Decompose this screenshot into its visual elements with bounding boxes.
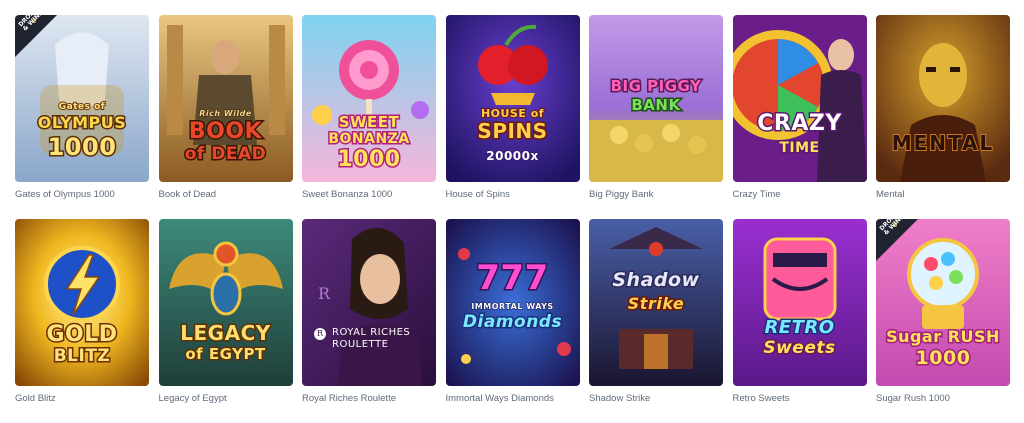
art-line: BONANZA: [327, 131, 411, 148]
game-tile-gates-of-olympus[interactable]: ♛ DROPS & WINS Gates of OLYMPUS 1000 Gate…: [15, 15, 149, 219]
art-line: OLYMPUS: [36, 113, 127, 132]
game-title[interactable]: Royal Riches Roulette: [302, 393, 436, 404]
game-tile-gold-blitz[interactable]: GOLD BLITZ Gold Blitz: [15, 219, 149, 423]
art-line: ROYAL RICHES: [332, 327, 411, 338]
art-line: SPINS: [476, 119, 549, 143]
art-line: LEGACY: [179, 321, 272, 345]
game-title[interactable]: House of Spins: [446, 189, 580, 200]
game-title[interactable]: Sweet Bonanza 1000: [302, 189, 436, 200]
art-line: MENTAL: [891, 131, 995, 155]
art-line: Rich Wilde: [199, 109, 252, 118]
royal-riches-logo-icon: R: [314, 328, 326, 340]
art-line: HOUSE of: [480, 107, 545, 120]
crazy-time-artwork: [732, 15, 867, 182]
game-tile-mental[interactable]: MENTAL Mental: [876, 15, 1010, 219]
game-title[interactable]: Gates of Olympus 1000: [15, 189, 149, 200]
game-thumbnail[interactable]: R ROYAL RICHES ROULETTE R: [302, 219, 436, 386]
game-tile-book-of-dead[interactable]: Rich Wilde BOOK of DEAD Book of Dead: [158, 15, 293, 219]
art-line: Sugar RUSH: [885, 327, 1001, 346]
game-tile-legacy-of-egypt[interactable]: LEGACY of EGYPT Legacy of Egypt: [158, 219, 293, 423]
game-thumbnail[interactable]: ♛ DROPS & WINS Gates of OLYMPUS 1000: [15, 15, 149, 182]
game-thumbnail[interactable]: LEGACY of EGYPT: [158, 219, 293, 386]
art-line: 777: [475, 258, 550, 298]
game-thumbnail[interactable]: RETRO Sweets: [732, 219, 867, 386]
game-tile-shadow-strike[interactable]: Shadow Strike Shadow Strike: [589, 219, 723, 423]
mental-artwork: [876, 15, 1010, 182]
art-line: CRAZY: [756, 111, 843, 136]
art-line: Strike: [626, 294, 685, 313]
art-line: of EGYPT: [184, 345, 267, 363]
game-title[interactable]: Immortal Ways Diamonds: [446, 393, 580, 404]
game-thumbnail[interactable]: BIG PIGGY BANK: [589, 15, 723, 182]
art-line: 20000x: [485, 149, 539, 163]
game-tile-immortal-ways-diamonds[interactable]: 777 IMMORTAL WAYS Diamonds Immortal Ways…: [445, 219, 580, 423]
game-tile-big-piggy-bank[interactable]: BIG PIGGY BANK Big Piggy Bank: [589, 15, 723, 219]
game-thumbnail[interactable]: SWEET BONANZA 1000: [302, 15, 436, 182]
game-tile-house-of-spins[interactable]: HOUSE of SPINS 20000x House of Spins: [445, 15, 580, 219]
art-line: RETRO: [763, 317, 836, 338]
game-tile-sugar-rush-1000[interactable]: ♛ DROPS & WINS Sugar RUSH 1000 Sugar Rush…: [876, 219, 1010, 423]
art-line: Shadow: [611, 269, 701, 291]
art-line: of DEAD: [183, 144, 267, 164]
game-tile-royal-riches-roulette[interactable]: R ROYAL RICHES ROULETTE R Royal Riches R…: [302, 219, 436, 423]
game-tile-crazy-time[interactable]: CRAZY TIME Crazy Time: [732, 15, 867, 219]
game-grid: ♛ DROPS & WINS Gates of OLYMPUS 1000 Gate…: [15, 15, 1010, 423]
game-thumbnail[interactable]: CRAZY TIME: [732, 15, 867, 182]
game-thumbnail[interactable]: ♛ DROPS & WINS Sugar RUSH 1000: [876, 219, 1010, 386]
game-title[interactable]: Shadow Strike: [589, 393, 723, 404]
game-title[interactable]: Crazy Time: [733, 189, 867, 200]
retro-sweets-artwork: [732, 219, 867, 386]
art-line: ROULETTE: [332, 339, 389, 350]
game-tile-sweet-bonanza-1000[interactable]: SWEET BONANZA 1000 Sweet Bonanza 1000: [302, 15, 436, 219]
game-tile-retro-sweets[interactable]: RETRO Sweets Retro Sweets: [732, 219, 867, 423]
art-line: 1000: [46, 133, 117, 161]
art-line: 1000: [914, 347, 971, 369]
game-thumbnail[interactable]: HOUSE of SPINS 20000x: [445, 15, 580, 182]
art-line: Sweets: [762, 338, 837, 358]
art-line: BLITZ: [52, 346, 111, 366]
game-title[interactable]: Big Piggy Bank: [589, 189, 723, 200]
art-line: 1000: [336, 147, 402, 172]
game-title[interactable]: Sugar Rush 1000: [876, 393, 1010, 404]
game-title[interactable]: Legacy of Egypt: [159, 393, 293, 404]
game-title[interactable]: Gold Blitz: [15, 393, 149, 404]
art-line: Gates of: [58, 102, 106, 113]
art-line: SWEET: [337, 113, 400, 131]
art-line: Diamonds: [461, 312, 563, 332]
art-line: BIG PIGGY: [609, 77, 702, 95]
royal-riches-roulette-artwork: R: [302, 219, 436, 386]
art-line: GOLD: [45, 322, 119, 347]
game-title[interactable]: Book of Dead: [159, 189, 293, 200]
game-thumbnail[interactable]: MENTAL: [876, 15, 1010, 182]
game-title[interactable]: Mental: [876, 189, 1010, 200]
game-thumbnail[interactable]: 777 IMMORTAL WAYS Diamonds: [445, 219, 580, 386]
art-line: BOOK: [187, 119, 263, 144]
art-line: TIME: [778, 140, 821, 157]
game-thumbnail[interactable]: Shadow Strike: [589, 219, 723, 386]
svg-text:R: R: [318, 284, 331, 303]
game-thumbnail[interactable]: Rich Wilde BOOK of DEAD: [158, 15, 293, 182]
game-title[interactable]: Retro Sweets: [733, 393, 867, 404]
art-line: IMMORTAL WAYS: [471, 302, 554, 311]
art-line: BANK: [630, 96, 682, 114]
game-thumbnail[interactable]: GOLD BLITZ: [15, 219, 149, 386]
